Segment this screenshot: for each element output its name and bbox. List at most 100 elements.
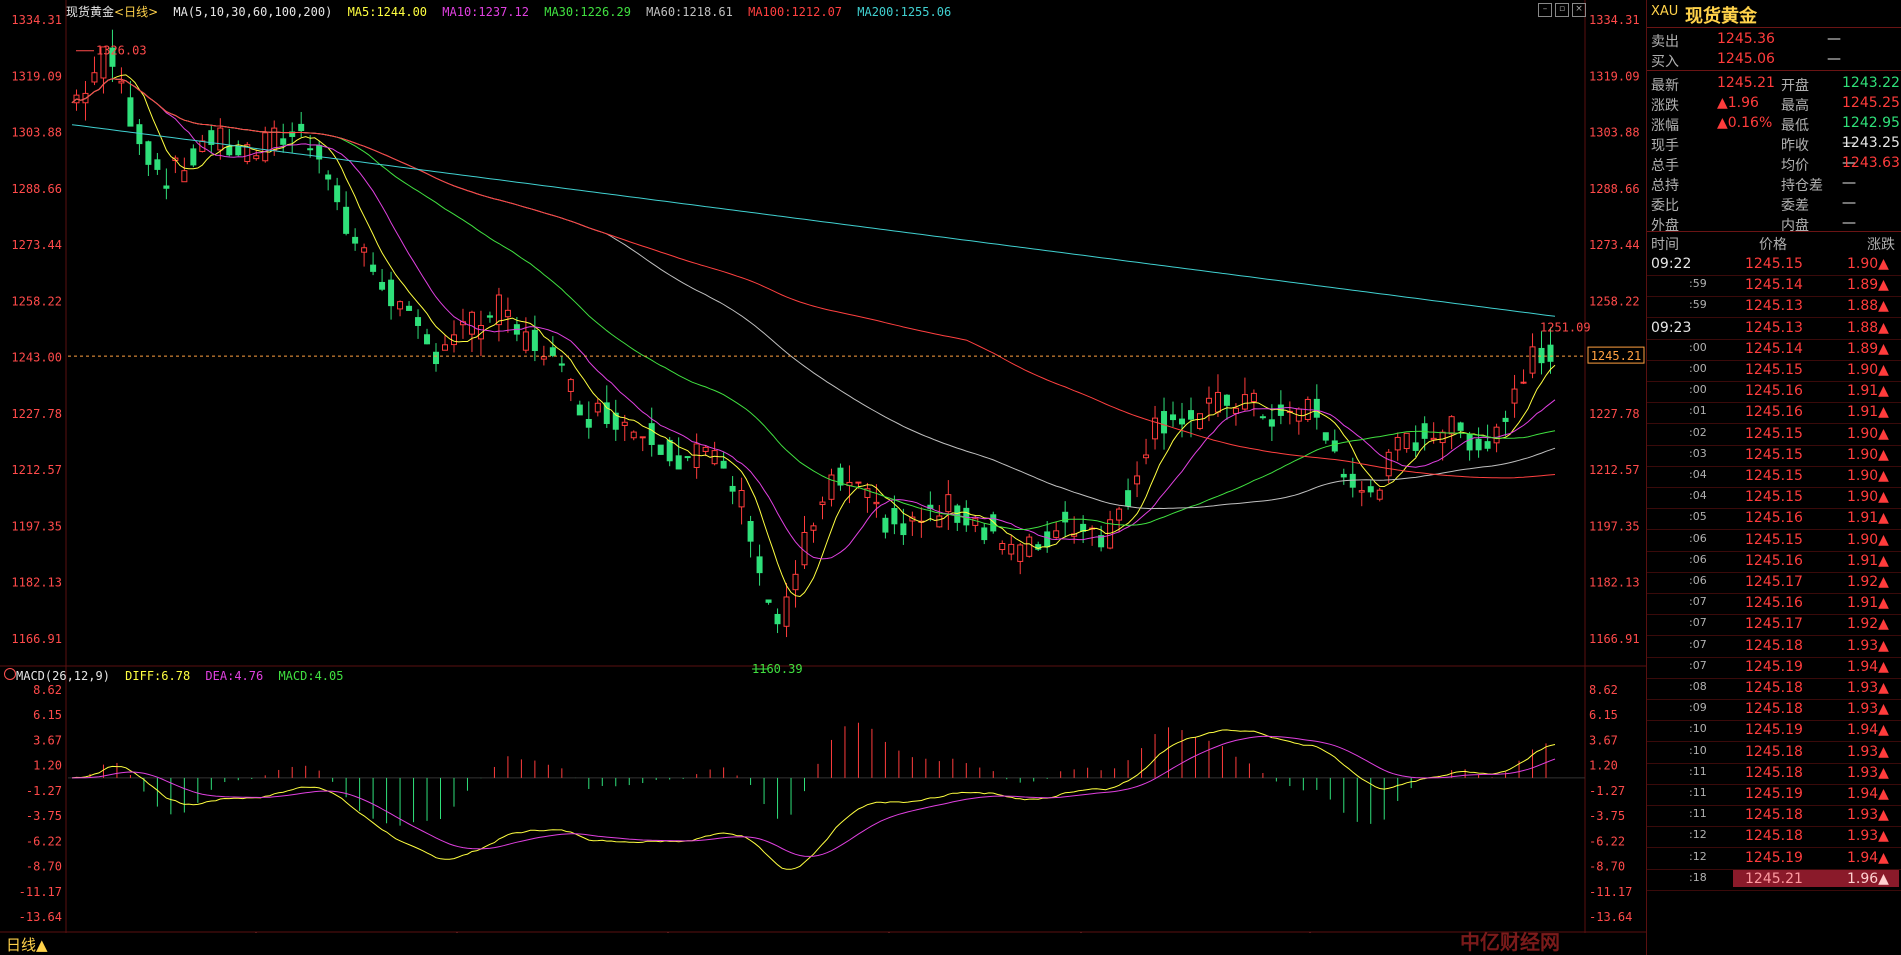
current-price-label: 1245.21 bbox=[1591, 349, 1642, 363]
candle-body bbox=[747, 521, 754, 542]
candle-body bbox=[127, 97, 134, 127]
candle-body bbox=[504, 309, 511, 318]
candle-body bbox=[756, 556, 763, 574]
candle-body bbox=[468, 311, 475, 335]
minimize-icon[interactable]: – bbox=[1538, 3, 1552, 17]
candle-body bbox=[648, 423, 655, 445]
candle-body bbox=[235, 146, 242, 156]
high-annotation: 1326.03 bbox=[96, 44, 147, 58]
candle-body bbox=[522, 331, 529, 351]
price-axis-label-right: 1334.31 bbox=[1589, 13, 1640, 27]
close-icon[interactable]: × bbox=[1572, 3, 1586, 17]
ma5-value: MA5:1244.00 bbox=[347, 5, 428, 19]
price-axis-label-left: 1288.66 bbox=[11, 182, 62, 196]
ma30-line bbox=[71, 78, 1556, 530]
tick-row: :00 1245.15 1.90▲ bbox=[1647, 360, 1901, 382]
candle-body bbox=[999, 543, 1006, 551]
candle-body bbox=[567, 379, 574, 392]
macd-settings-icon[interactable] bbox=[4, 668, 16, 680]
candle-body bbox=[891, 507, 898, 525]
tick-row: 09:22 1245.15 1.90▲ bbox=[1647, 254, 1901, 276]
candle-body bbox=[873, 501, 880, 505]
macd-axis-label-right: -3.75 bbox=[1589, 809, 1625, 823]
candle-body bbox=[1196, 413, 1203, 429]
candle-body bbox=[136, 124, 143, 145]
macd-axis-label-right: -11.17 bbox=[1589, 885, 1632, 899]
candle-body bbox=[1170, 414, 1177, 421]
candle-body bbox=[540, 356, 547, 360]
ma10-line bbox=[71, 78, 1556, 560]
candle-body bbox=[388, 279, 395, 307]
candle-body bbox=[298, 123, 305, 131]
period-switch-button[interactable]: 日线▲ bbox=[6, 934, 48, 955]
candle-body bbox=[1547, 344, 1554, 362]
candle-body bbox=[1376, 489, 1383, 500]
candle-body bbox=[1439, 431, 1446, 444]
tick-row: :10 1245.18 1.93▲ bbox=[1647, 742, 1901, 764]
candle-body bbox=[990, 514, 997, 532]
candle-body bbox=[1475, 438, 1482, 451]
candle-body bbox=[900, 523, 907, 536]
macd-axis-label-left: -6.22 bbox=[26, 834, 62, 848]
quote-row: 总手 — 均价 1243.63 bbox=[1651, 155, 1900, 174]
tick-row: :11 1245.18 1.93▲ bbox=[1647, 805, 1901, 828]
candle-body bbox=[558, 363, 565, 366]
candle-body bbox=[1466, 433, 1473, 451]
candle-body bbox=[271, 127, 278, 151]
macd-axis-label-right: 6.15 bbox=[1589, 708, 1618, 722]
restore-icon[interactable]: ▫ bbox=[1555, 3, 1569, 17]
tick-row: :08 1245.18 1.93▲ bbox=[1647, 678, 1901, 700]
candle-body bbox=[702, 446, 709, 452]
candle-body bbox=[361, 247, 368, 253]
macd-axis-label-left: 6.15 bbox=[33, 708, 62, 722]
candle-body bbox=[1241, 394, 1248, 410]
candle-body bbox=[253, 155, 260, 160]
ma30-value: MA30:1226.29 bbox=[544, 5, 631, 19]
candle-body bbox=[1493, 426, 1500, 444]
ma10-value: MA10:1237.12 bbox=[442, 5, 529, 19]
macd-axis-label-right: -8.70 bbox=[1589, 860, 1625, 874]
candle-body bbox=[1529, 346, 1536, 374]
candle-body bbox=[855, 481, 862, 484]
candle-body bbox=[1412, 442, 1419, 451]
macd-axis-label-left: 3.67 bbox=[33, 733, 62, 747]
candle-body bbox=[1448, 416, 1455, 435]
candle-body bbox=[1017, 544, 1024, 562]
macd-axis-label-right: 3.67 bbox=[1589, 733, 1618, 747]
quote-row: 涨跌 ▲1.96 最高 1245.25 bbox=[1651, 95, 1900, 114]
price-axis-label-right: 1303.88 bbox=[1589, 126, 1640, 140]
candle-body bbox=[145, 141, 152, 165]
quote-row: 总持 — 持仓差 — bbox=[1651, 175, 1856, 194]
kline-chart-area[interactable]: 1334.31 1334.31 1319.09 1319.09 1303.88 1303.… bbox=[0, 0, 1646, 955]
candle-body bbox=[585, 418, 592, 428]
candle-body bbox=[325, 174, 332, 180]
candle-body bbox=[882, 517, 889, 533]
candle-body bbox=[343, 206, 350, 234]
quote-row: 委比 — 委差 — bbox=[1651, 195, 1856, 214]
candle-body bbox=[1125, 490, 1132, 507]
candle-body bbox=[666, 439, 673, 462]
candle-body bbox=[181, 170, 188, 183]
price-axis-label-right: 1258.22 bbox=[1589, 294, 1640, 308]
candle-body bbox=[91, 72, 98, 83]
candle-body bbox=[1179, 418, 1186, 425]
tick-row: :03 1245.15 1.90▲ bbox=[1647, 445, 1901, 467]
quote-row: 涨幅 ▲0.16% 最低 1242.95 bbox=[1651, 115, 1900, 134]
candle-body bbox=[945, 494, 952, 513]
tick-row: :10 1245.19 1.94▲ bbox=[1647, 720, 1901, 743]
candle-body bbox=[801, 531, 808, 566]
macd-axis-label-right: 1.20 bbox=[1589, 759, 1618, 773]
price-axis-label-right: 1227.78 bbox=[1589, 407, 1640, 421]
tick-row: :02 1245.15 1.90▲ bbox=[1647, 424, 1901, 446]
quote-panel: XAU 现货黄金 卖出 1245.36 — 买入 1245.06 — 最新 124… bbox=[1646, 0, 1901, 955]
macd-axis-label-left: -8.70 bbox=[26, 860, 62, 874]
period-label: <日线> bbox=[114, 5, 159, 19]
ma-legend: 现货黄金<日线> MA(5,10,30,60,100,200) MA5:1244… bbox=[66, 3, 959, 20]
macd-axis-label-left: -11.17 bbox=[19, 885, 62, 899]
candle-body bbox=[1268, 419, 1275, 427]
candle-body bbox=[226, 145, 233, 156]
candle-body bbox=[1116, 508, 1123, 521]
tick-row: :04 1245.15 1.90▲ bbox=[1647, 487, 1901, 510]
candle-body bbox=[1214, 391, 1221, 413]
tick-row: :00 1245.14 1.89▲ bbox=[1647, 339, 1901, 361]
